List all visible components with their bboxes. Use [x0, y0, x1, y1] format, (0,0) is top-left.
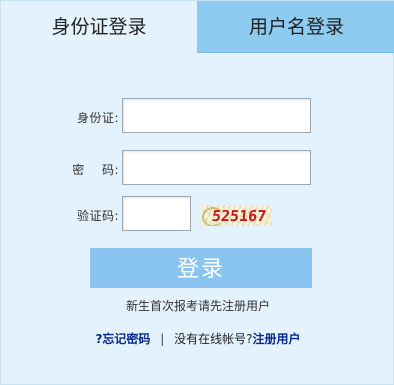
login-tabs: 身份证登录 用户名登录: [1, 1, 394, 53]
password-row: 密 码:: [1, 150, 394, 186]
password-input[interactable]: [122, 150, 311, 185]
no-account-text: 没有在线帐号?: [174, 332, 253, 346]
tab-username-login[interactable]: 用户名登录: [198, 1, 394, 53]
captcha-text: 525167: [211, 207, 268, 225]
tab-id-card-login[interactable]: 身份证登录: [1, 1, 198, 53]
id-card-label: 身份证:: [76, 111, 119, 125]
id-card-input[interactable]: [122, 98, 311, 133]
login-panel: 身份证登录 用户名登录 身份证: 密 码: 验证码: 525167 登录 新生首…: [0, 0, 394, 385]
register-link[interactable]: 注册用户: [253, 332, 301, 346]
footer-links: ?忘记密码 | 没有在线帐号?注册用户: [1, 330, 394, 347]
login-button[interactable]: 登录: [90, 248, 312, 288]
captcha-row: 验证码:: [1, 196, 394, 232]
id-card-row: 身份证:: [1, 98, 394, 134]
captcha-image[interactable]: 525167: [202, 205, 272, 226]
register-hint: 新生首次报考请先注册用户: [125, 299, 270, 313]
captcha-label: 验证码:: [76, 209, 119, 223]
password-label: 密 码:: [72, 163, 119, 177]
link-separator: |: [160, 332, 165, 346]
captcha-input[interactable]: [122, 196, 191, 231]
forgot-password-link[interactable]: ?忘记密码: [95, 332, 150, 346]
